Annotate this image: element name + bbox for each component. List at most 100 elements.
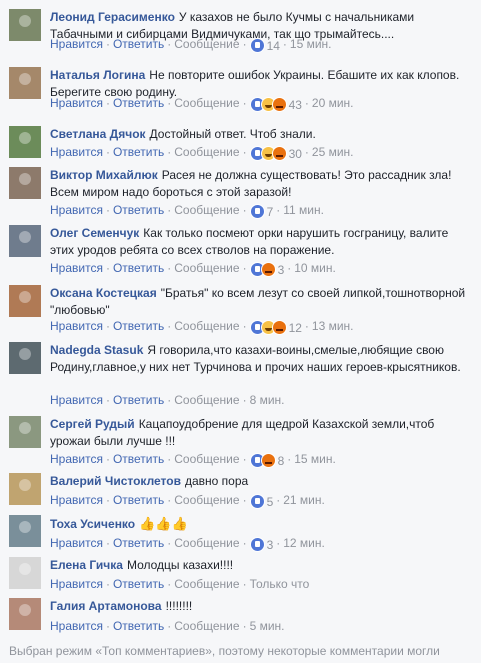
comment-text: Достойный ответ. Чтоб знали.: [149, 127, 316, 141]
reactions[interactable]: 5: [249, 494, 274, 509]
reactions[interactable]: 12: [249, 320, 302, 335]
like-link[interactable]: Нравится: [50, 203, 103, 217]
timestamp-link[interactable]: 15 мин.: [294, 452, 336, 466]
comment-body: Галия Артамонова!!!!!!!!: [50, 598, 474, 615]
comment-text: 👍👍👍: [139, 516, 188, 531]
reply-link[interactable]: Ответить: [113, 145, 164, 159]
reaction-count[interactable]: 30: [289, 147, 302, 161]
reaction-count[interactable]: 7: [267, 205, 274, 219]
reactions[interactable]: 8: [249, 453, 285, 468]
reply-link[interactable]: Ответить: [113, 393, 164, 407]
separator: ·: [287, 261, 292, 275]
reply-link[interactable]: Ответить: [113, 96, 164, 110]
separator: ·: [242, 452, 247, 466]
comment-actions: Нравится · Ответить · Сообщение · 14 · 15 мин.: [50, 36, 332, 53]
avatar[interactable]: [9, 598, 41, 630]
timestamp-link[interactable]: 21 мин.: [283, 493, 325, 507]
reply-link[interactable]: Ответить: [113, 319, 164, 333]
reply-link[interactable]: Ответить: [113, 261, 164, 275]
message-link[interactable]: Сообщение: [174, 393, 239, 407]
author-link[interactable]: Сергей Рудый: [50, 417, 135, 431]
comment-actions: Нравится · Ответить · Сообщение · 3 · 10 мин.: [50, 260, 336, 277]
message-link[interactable]: Сообщение: [174, 319, 239, 333]
author-link[interactable]: Олег Семенчук: [50, 226, 139, 240]
like-link[interactable]: Нравится: [50, 37, 103, 51]
message-link[interactable]: Сообщение: [174, 577, 239, 591]
author-link[interactable]: Светлана Дячок: [50, 127, 146, 141]
like-link[interactable]: Нравится: [50, 261, 103, 275]
reaction-count[interactable]: 12: [289, 321, 302, 335]
avatar[interactable]: [9, 342, 41, 374]
reactions[interactable]: 3: [249, 537, 274, 552]
like-link[interactable]: Нравится: [50, 96, 103, 110]
author-link[interactable]: Nadegda Stasuk: [50, 343, 143, 357]
reaction-count[interactable]: 5: [267, 495, 274, 509]
message-link[interactable]: Сообщение: [174, 452, 239, 466]
reply-link[interactable]: Ответить: [113, 577, 164, 591]
timestamp-link[interactable]: 8 мин.: [250, 393, 285, 407]
comment-actions: Нравится · Ответить · Сообщение · 8 · 15 мин.: [50, 451, 336, 468]
timestamp-link[interactable]: Только что: [250, 577, 310, 591]
avatar[interactable]: [9, 67, 41, 99]
like-link[interactable]: Нравится: [50, 452, 103, 466]
avatar[interactable]: [9, 515, 41, 547]
timestamp-link[interactable]: 12 мин.: [283, 536, 325, 550]
message-link[interactable]: Сообщение: [174, 96, 239, 110]
avatar[interactable]: [9, 557, 41, 589]
author-link[interactable]: Тоха Усиченко: [50, 517, 135, 531]
author-link[interactable]: Елена Гичка: [50, 558, 123, 572]
reply-link[interactable]: Ответить: [113, 37, 164, 51]
message-link[interactable]: Сообщение: [174, 145, 239, 159]
timestamp-link[interactable]: 20 мин.: [312, 96, 354, 110]
like-link[interactable]: Нравится: [50, 619, 103, 633]
reply-link[interactable]: Ответить: [113, 452, 164, 466]
like-link[interactable]: Нравится: [50, 493, 103, 507]
like-link[interactable]: Нравится: [50, 536, 103, 550]
like-link[interactable]: Нравится: [50, 319, 103, 333]
reply-link[interactable]: Ответить: [113, 536, 164, 550]
timestamp-link[interactable]: 13 мин.: [312, 319, 354, 333]
timestamp-link[interactable]: 5 мин.: [250, 619, 285, 633]
reaction-count[interactable]: 14: [267, 39, 280, 53]
reactions[interactable]: 14: [249, 38, 280, 53]
author-link[interactable]: Виктор Михайлюк: [50, 168, 158, 182]
avatar[interactable]: [9, 225, 41, 257]
reaction-count[interactable]: 3: [278, 263, 285, 277]
message-link[interactable]: Сообщение: [174, 536, 239, 550]
timestamp-link[interactable]: 10 мин.: [294, 261, 336, 275]
message-link[interactable]: Сообщение: [174, 619, 239, 633]
message-link[interactable]: Сообщение: [174, 37, 239, 51]
reaction-count[interactable]: 43: [289, 98, 302, 112]
message-link[interactable]: Сообщение: [174, 261, 239, 275]
timestamp-link[interactable]: 25 мин.: [312, 145, 354, 159]
avatar[interactable]: [9, 473, 41, 505]
separator: ·: [242, 261, 247, 275]
reply-link[interactable]: Ответить: [113, 203, 164, 217]
reactions[interactable]: 43: [249, 97, 302, 112]
author-link[interactable]: Галия Артамонова: [50, 599, 162, 613]
author-link[interactable]: Валерий Чистоклетов: [50, 474, 181, 488]
avatar[interactable]: [9, 285, 41, 317]
avatar[interactable]: [9, 416, 41, 448]
author-link[interactable]: Леонид Герасименко: [50, 10, 175, 24]
like-link[interactable]: Нравится: [50, 145, 103, 159]
reply-link[interactable]: Ответить: [113, 619, 164, 633]
author-link[interactable]: Оксана Костецкая: [50, 286, 157, 300]
reactions[interactable]: 3: [249, 262, 285, 277]
timestamp-link[interactable]: 11 мин.: [283, 203, 324, 217]
like-link[interactable]: Нравится: [50, 393, 103, 407]
reaction-count[interactable]: 3: [267, 538, 274, 552]
like-link[interactable]: Нравится: [50, 577, 103, 591]
message-link[interactable]: Сообщение: [174, 493, 239, 507]
separator: ·: [167, 203, 172, 217]
message-link[interactable]: Сообщение: [174, 203, 239, 217]
reactions[interactable]: 30: [249, 146, 302, 161]
timestamp-link[interactable]: 15 мин.: [290, 37, 332, 51]
reaction-count[interactable]: 8: [278, 454, 285, 468]
avatar[interactable]: [9, 126, 41, 158]
avatar[interactable]: [9, 9, 41, 41]
avatar[interactable]: [9, 167, 41, 199]
reply-link[interactable]: Ответить: [113, 493, 164, 507]
author-link[interactable]: Наталья Логина: [50, 68, 145, 82]
reactions[interactable]: 7: [249, 204, 274, 219]
